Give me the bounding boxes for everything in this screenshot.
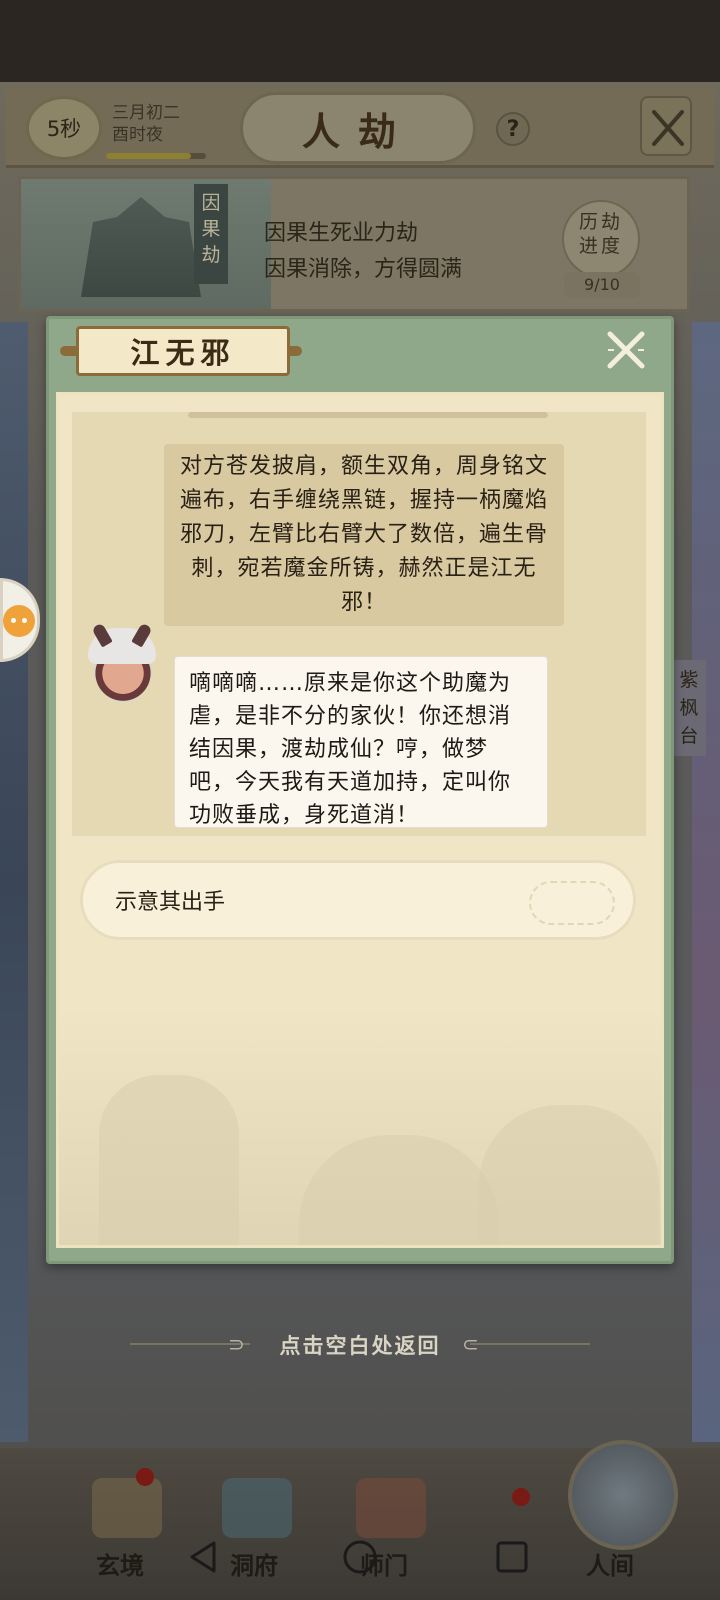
progress-label: 历劫进度	[578, 211, 623, 257]
gamepad-icon	[3, 605, 35, 637]
banner-line-1: 因果生死业力劫	[264, 221, 419, 246]
trial-type-tag: 因果劫	[194, 184, 228, 284]
left-scenery-strip	[0, 322, 28, 1442]
pagoda-illustration	[81, 197, 201, 297]
option-label: 示意其出手	[115, 890, 226, 915]
home-icon[interactable]	[340, 1537, 380, 1577]
narration-text: 对方苍发披肩，额生双角，周身铭文遍布，右手缠绕黑链，握持一柄魔焰邪刀，左臂比右臂…	[164, 444, 564, 626]
ink-landscape	[59, 1005, 661, 1245]
speaker-avatar	[88, 622, 156, 706]
notification-dot	[136, 1468, 154, 1486]
page-title: 人劫	[301, 108, 414, 154]
date-line-1: 三月初二	[112, 103, 180, 123]
status-bar	[0, 0, 720, 82]
recents-icon[interactable]	[492, 1537, 532, 1577]
help-button[interactable]: ?	[496, 112, 530, 146]
right-scenery-strip	[692, 322, 720, 1442]
close-icon	[607, 331, 645, 369]
dialog-option-button[interactable]: 示意其出手	[80, 860, 636, 940]
scroll-indicator	[188, 412, 548, 418]
timer-badge: 5秒	[26, 96, 102, 160]
banner-scenery	[21, 179, 271, 309]
side-location-tag: 紫枫台	[672, 660, 706, 756]
close-page-button[interactable]	[640, 96, 692, 156]
speaker-name-plate: 江无邪	[76, 326, 290, 376]
notification-dot	[512, 1488, 530, 1506]
date-line-2: 酉时夜	[112, 125, 163, 145]
trial-progress-medal: 历劫进度 9/10	[556, 200, 646, 300]
progress-value: 9/10	[564, 272, 640, 298]
title-plate: 人劫	[240, 92, 476, 164]
day-progress-bar	[106, 153, 206, 159]
day-progress-fill	[106, 153, 191, 159]
banner-line-2: 因果消除，方得圆满	[264, 257, 463, 282]
speaker-name: 江无邪	[130, 336, 236, 370]
close-icon	[652, 110, 684, 146]
back-icon[interactable]	[184, 1537, 224, 1577]
tap-to-return-hint: 点击空白处返回	[279, 1334, 441, 1358]
dialog-close-button[interactable]	[604, 328, 648, 372]
cloud-ornament	[529, 881, 615, 925]
speech-bubble: 嘀嘀嘀……原来是你这个助魔为虐，是非不分的家伙！你还想消结因果，渡劫成仙？哼，做…	[174, 656, 548, 828]
